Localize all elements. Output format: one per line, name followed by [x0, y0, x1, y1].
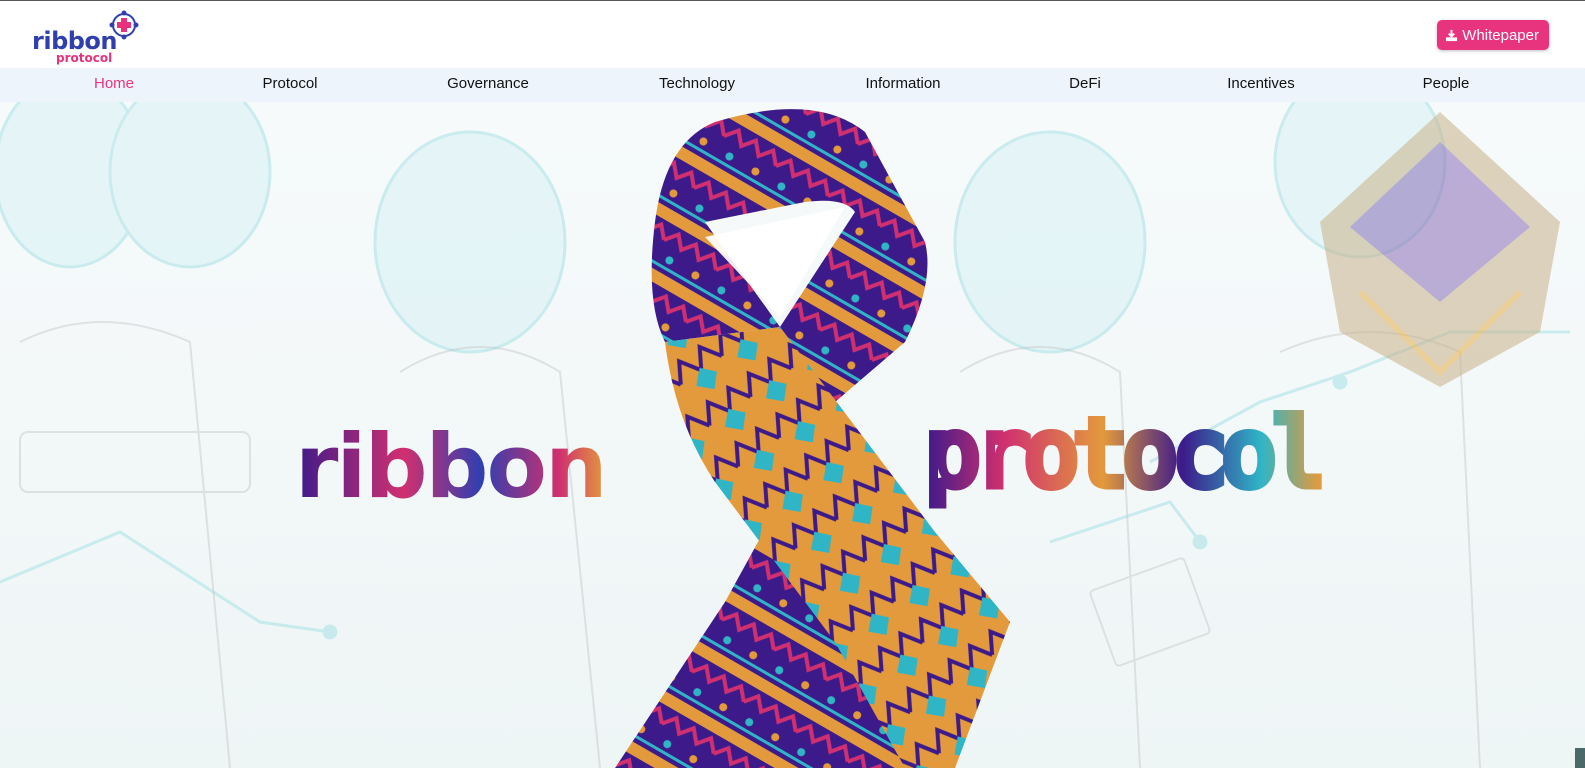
protocol-wordmark: protocol — [925, 407, 1331, 512]
nav-item-technology[interactable]: Technology — [659, 75, 735, 92]
download-icon — [1446, 29, 1458, 41]
ribbon-protocol-logo[interactable]: ribbon protocol — [30, 9, 142, 65]
nav-item-defi[interactable]: DeFi — [1069, 75, 1101, 92]
ribbon-word: ribbon — [295, 422, 606, 512]
whitepaper-button-label: Whitepaper — [1462, 26, 1539, 44]
medical-cross-icon — [109, 10, 139, 40]
nav-item-people[interactable]: People — [1423, 75, 1470, 92]
header: ribbon protocol Whitepaper — [0, 0, 1585, 68]
ribbon-wordmark: ribbon — [295, 422, 608, 512]
scrollbar-corner — [1575, 748, 1585, 768]
nav-item-governance[interactable]: Governance — [447, 75, 529, 92]
nav-item-protocol[interactable]: Protocol — [262, 75, 317, 92]
hero-banner: ribbon protocol — [0, 102, 1585, 768]
logo-subtitle: protocol — [56, 51, 113, 65]
nav-item-incentives[interactable]: Incentives — [1227, 75, 1295, 92]
nav-item-home[interactable]: Home — [94, 75, 134, 92]
protocol-word: protocol — [925, 407, 1320, 507]
nav-item-information[interactable]: Information — [865, 75, 940, 92]
whitepaper-button[interactable]: Whitepaper — [1437, 20, 1549, 50]
main-nav: Home Protocol Governance Technology Info… — [0, 68, 1585, 102]
